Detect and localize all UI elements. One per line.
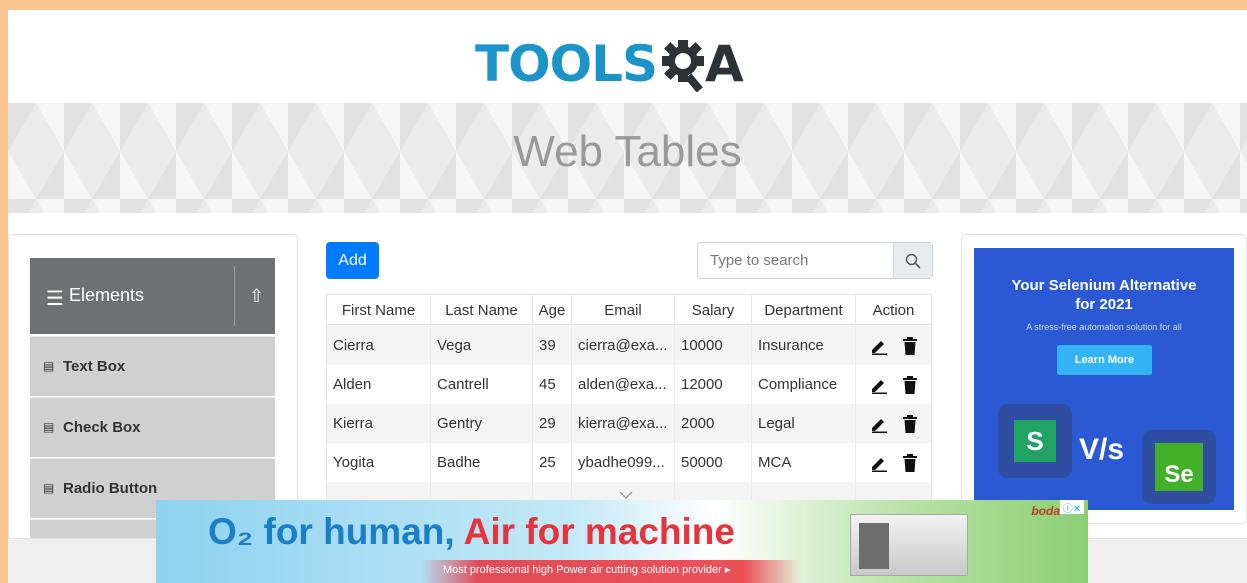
learn-more-button[interactable]: Learn More (1057, 345, 1152, 375)
cell-first-name: Yogita (327, 443, 431, 482)
hamburger-icon: ☰ (46, 288, 64, 310)
cell-last-name: Vega (431, 326, 533, 365)
sidebar-group-elements[interactable]: ☰ Elements ⇧ (30, 258, 275, 334)
search-button[interactable] (893, 243, 932, 278)
logo-letter: S (1014, 420, 1056, 462)
chevron-down-icon (619, 491, 633, 499)
gear-magnifier-icon (662, 40, 704, 92)
search-icon (905, 253, 921, 268)
cell-department: MCA (752, 443, 856, 482)
table-row: Yogita Badhe 25 ybadhe099... 50000 MCA (327, 443, 931, 482)
cell-email: cierra@exa... (572, 326, 675, 365)
cell-action (856, 443, 931, 482)
list-icon: ▤ (43, 420, 55, 434)
machine-door (859, 523, 889, 569)
collapse-arrow-icon[interactable]: ⇧ (249, 286, 264, 307)
selenium-alternative-ad[interactable]: Your Selenium Alternative for 2021 A str… (974, 248, 1234, 510)
logo-text: TOOLS (475, 35, 658, 93)
cell-age: 25 (533, 443, 572, 482)
table-header: First Name Last Name Age Email Salary De… (327, 295, 931, 325)
table-row: Alden Cantrell 45 alden@exa... 12000 Com… (327, 365, 931, 404)
cell-salary: 2000 (675, 404, 752, 443)
cell-department: Legal (752, 404, 856, 443)
cell-salary: 12000 (675, 365, 752, 404)
ad-headline-part1: O₂ for human, (208, 511, 455, 552)
edit-pencil-icon[interactable] (870, 376, 888, 394)
delete-trash-icon[interactable] (902, 453, 918, 472)
column-header-last-name[interactable]: Last Name (431, 295, 533, 325)
machine-image (850, 514, 968, 576)
delete-trash-icon[interactable] (902, 336, 918, 355)
column-header-action: Action (872, 301, 915, 319)
page: TOOLS A Web Tables ☰ Elements ⇧ ▤ Text B… (8, 10, 1247, 583)
column-header-age[interactable]: Age (533, 295, 572, 325)
cell-action (856, 404, 931, 443)
cell-department: Compliance (752, 365, 856, 404)
add-button[interactable]: Add (326, 242, 379, 279)
delete-trash-icon[interactable] (902, 375, 918, 394)
cell-salary: 50000 (675, 443, 752, 482)
cell-first-name: Kierra (327, 404, 431, 443)
list-icon: ▤ (43, 481, 55, 495)
ad-headline-part2: Air for machine (463, 511, 735, 552)
ad-subtitle: A stress-free automation solution for al… (1026, 322, 1182, 332)
cell-age: 39 (533, 326, 572, 365)
cell-department: Insurance (752, 326, 856, 365)
cell-last-name: Cantrell (431, 365, 533, 404)
sidebar-group-label: Elements (69, 285, 145, 305)
list-icon: ▤ (43, 359, 55, 373)
column-header-salary[interactable]: Salary (675, 295, 752, 325)
sidebar-item-label: Text Box (63, 358, 126, 375)
cell-first-name: Alden (327, 365, 431, 404)
bottom-banner-ad[interactable]: O₂ for human, Air for machine Most profe… (156, 500, 1088, 583)
cell-email: ybadhe099... (572, 443, 675, 482)
ad-title-line2: for 2021 (1075, 296, 1133, 313)
column-header-department[interactable]: Department (752, 295, 856, 325)
cell-age: 29 (533, 404, 572, 443)
cell-last-name: Gentry (431, 404, 533, 443)
cell-first-name: Cierra (327, 326, 431, 365)
selenium-logo-icon: Se (1142, 430, 1216, 504)
search-input[interactable] (698, 243, 893, 278)
cell-email: kierra@exa... (572, 404, 675, 443)
cell-action (856, 326, 931, 365)
ad-headline: O₂ for human, Air for machine (208, 511, 735, 553)
table-row: Cierra Vega 39 cierra@exa... 10000 Insur… (327, 326, 931, 365)
ad-tagline: Most professional high Power air cutting… (443, 564, 731, 576)
page-banner: Web Tables (8, 103, 1247, 213)
sidebar-item-text-box[interactable]: ▤ Text Box (30, 336, 275, 396)
logo-letter: Se (1155, 443, 1203, 491)
sidebar-item-label: Check Box (63, 419, 141, 436)
delete-trash-icon[interactable] (902, 414, 918, 433)
cell-salary: 10000 (675, 326, 752, 365)
table-row: Kierra Gentry 29 kierra@exa... 2000 Lega… (327, 404, 931, 443)
sidebar-item-label: Radio Button (63, 480, 158, 497)
cell-email: alden@exa... (572, 365, 675, 404)
cell-last-name: Badhe (431, 443, 533, 482)
logo-text-tail: A (705, 35, 744, 93)
ad-brand-logo: boda (1031, 504, 1060, 518)
sidebar-item-check-box[interactable]: ▤ Check Box (30, 397, 275, 457)
edit-pencil-icon[interactable] (870, 415, 888, 433)
ad-title-line1: Your Selenium Alternative (1011, 277, 1197, 294)
edit-pencil-icon[interactable] (870, 337, 888, 355)
cell-age: 45 (533, 365, 572, 404)
testsigma-logo-icon: S (998, 404, 1072, 478)
cell-action (856, 365, 931, 404)
column-header-email[interactable]: Email (572, 295, 675, 325)
column-header-first-name[interactable]: First Name (327, 295, 431, 325)
divider (234, 266, 235, 326)
toolsqa-logo[interactable]: TOOLS A (475, 24, 795, 104)
versus-text: V/s (1079, 433, 1125, 466)
ad-close-icon[interactable]: ⓘ✕ (1060, 500, 1084, 515)
page-title: Web Tables (513, 127, 742, 176)
edit-pencil-icon[interactable] (870, 454, 888, 472)
search-box (697, 242, 933, 279)
ad-title: Your Selenium Alternative for 2021 (974, 276, 1234, 314)
